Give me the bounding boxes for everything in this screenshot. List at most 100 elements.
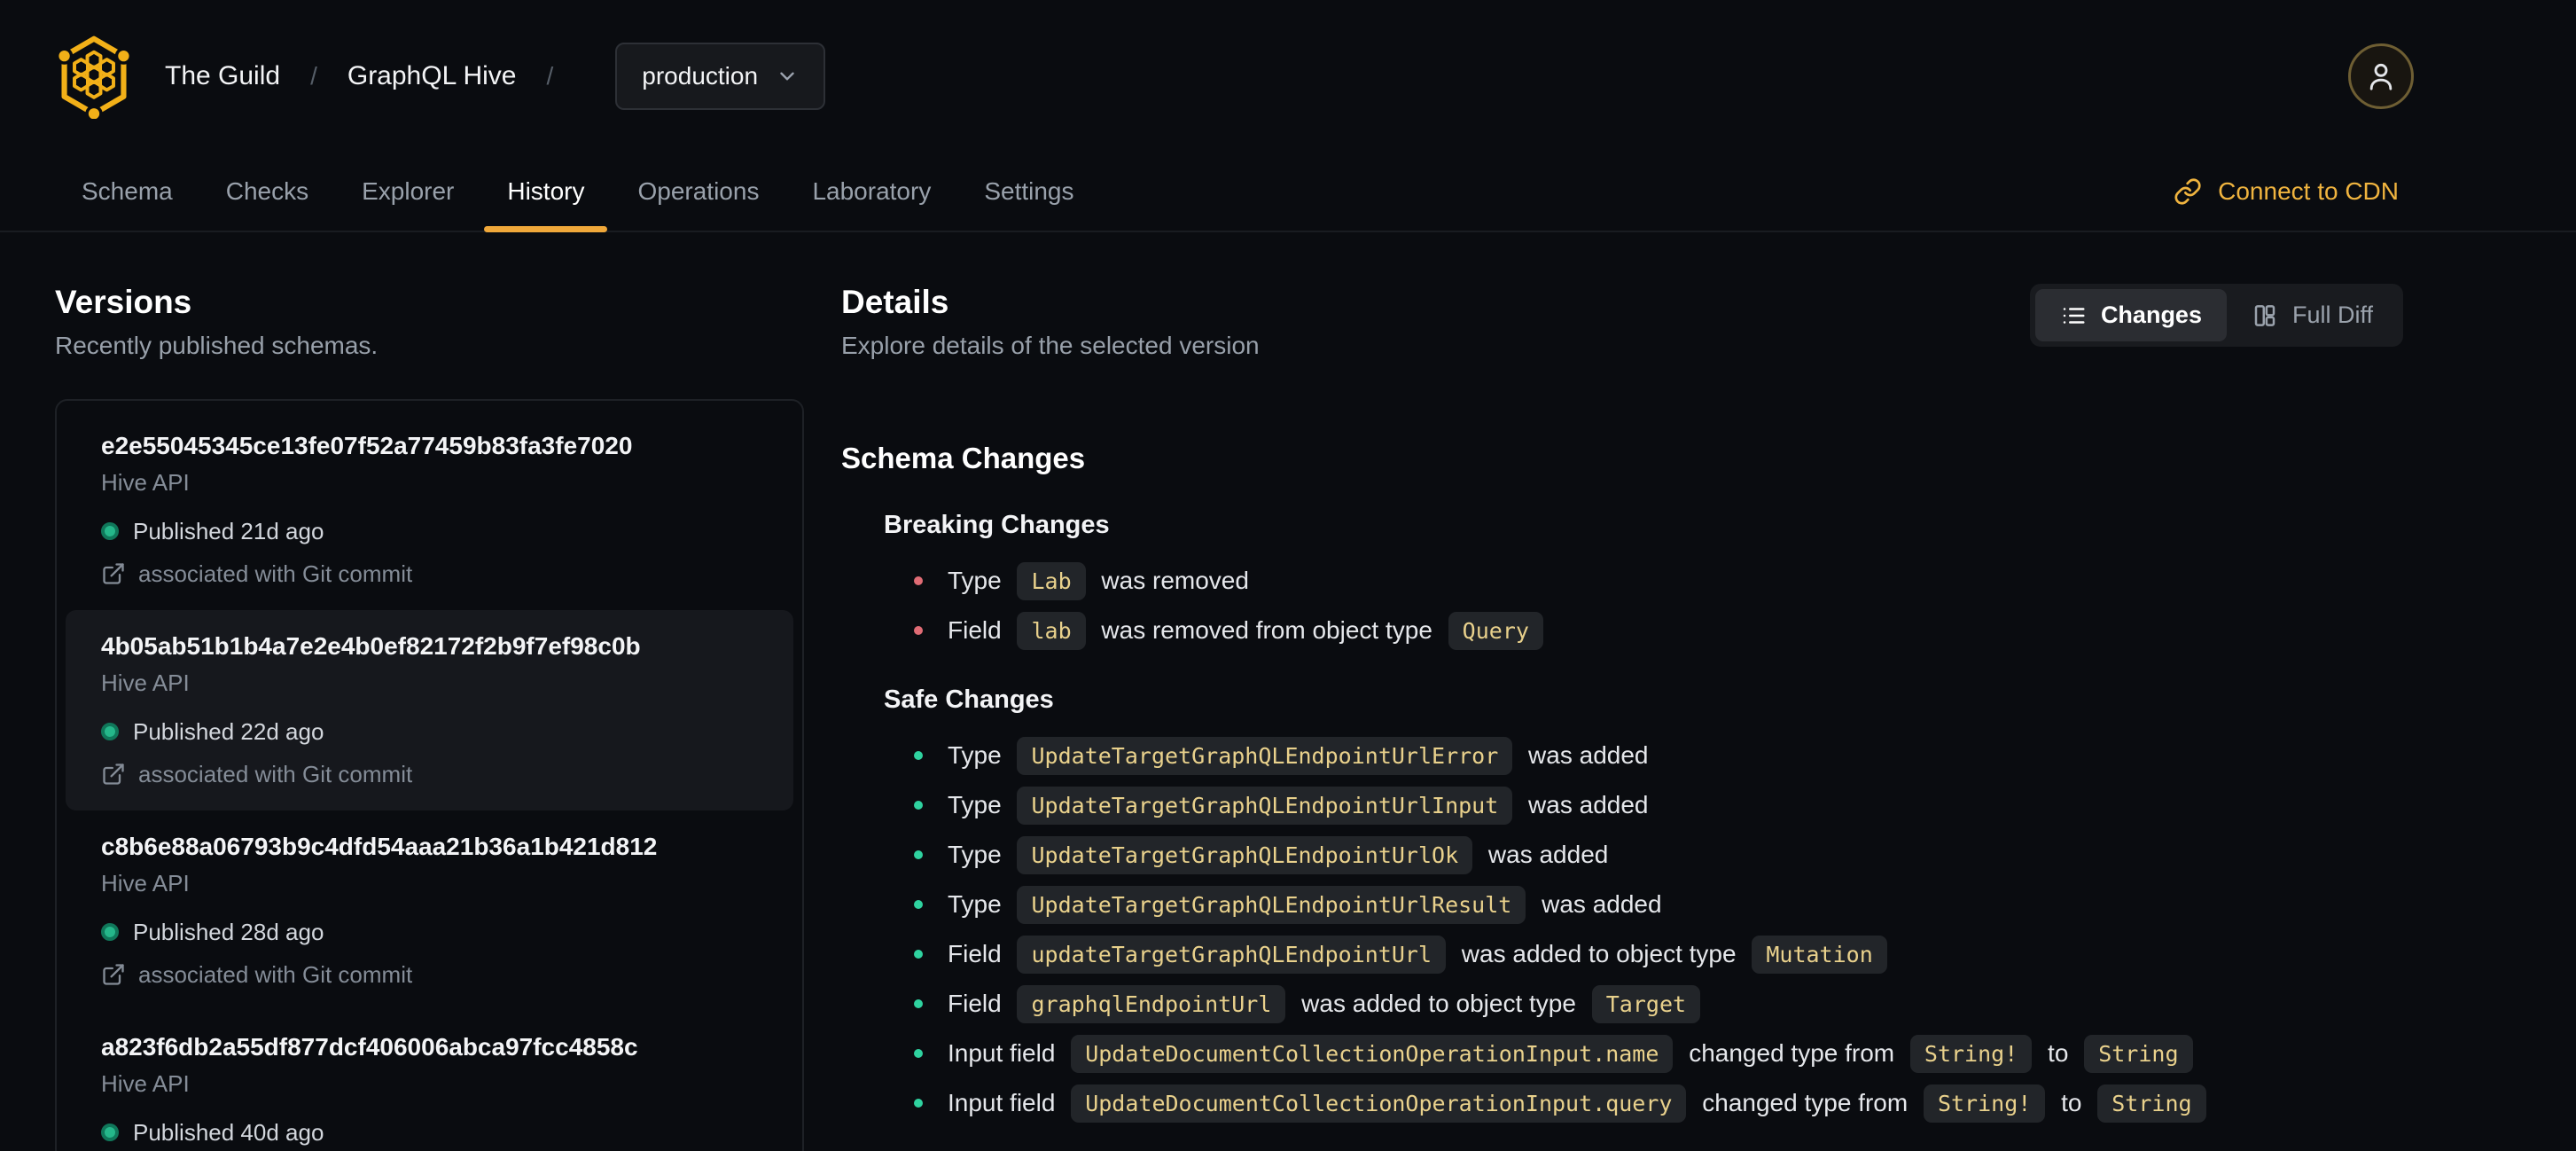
version-published-row: Published 40d ago [101, 1117, 758, 1147]
versions-panel: Versions Recently published schemas. e2e… [55, 284, 804, 1151]
change-text: Field [948, 616, 1009, 644]
change-item: Input field UpdateDocumentCollectionOper… [914, 1034, 2403, 1073]
connect-to-cdn-label: Connect to CDN [2218, 177, 2399, 205]
full-diff-view-button[interactable]: Full Diff [2227, 289, 2398, 341]
code-chip: Lab [1017, 561, 1086, 600]
tab-checks[interactable]: Checks [199, 153, 335, 231]
code-chip: UpdateTargetGraphQLEndpointUrlError [1017, 736, 1513, 775]
details-panel: Details Explore details of the selected … [841, 284, 2403, 1151]
change-text: Input field [948, 1039, 1063, 1067]
change-item: Field updateTargetGraphQLEndpointUrl was… [914, 935, 2403, 974]
changes-view-label: Changes [2100, 301, 2202, 328]
external-link-icon [103, 964, 124, 985]
target-selector-dropdown[interactable]: production [615, 43, 826, 110]
code-chip: Target [1591, 984, 1701, 1023]
nav-tabs-row: Schema Checks Explorer History Operations Lab… [0, 153, 2576, 232]
change-text: Field [948, 940, 1009, 967]
safe-bullet-icon [914, 950, 923, 959]
version-hash: a823f6db2a55df877dcf406006abca97fcc4858c [101, 1033, 638, 1061]
change-text: Input field [948, 1089, 1063, 1116]
tab-explorer[interactable]: Explorer [335, 153, 480, 231]
change-group-title: Breaking Changes [884, 511, 1110, 539]
versions-title: Versions [55, 284, 192, 320]
published-status-dot-icon [101, 723, 119, 740]
changes-view-button[interactable]: Changes [2034, 289, 2227, 341]
change-text: was added [1481, 841, 1609, 868]
published-status-dot-icon [101, 923, 119, 941]
user-menu-button[interactable] [2348, 43, 2414, 109]
list-icon [2063, 307, 2085, 324]
code-chip: UpdateDocumentCollectionOperationInput.q… [1071, 1084, 1687, 1123]
hive-logo-icon[interactable] [55, 34, 133, 119]
version-card[interactable]: 4b05ab51b1b4a7e2e4b0ef82172f2b9f7ef98c0b… [66, 610, 793, 810]
safe-bullet-icon [914, 850, 923, 859]
version-published-label: Published 22d ago [133, 718, 324, 745]
published-status-dot-icon [101, 522, 119, 540]
code-chip: graphqlEndpointUrl [1017, 984, 1286, 1023]
change-item: Type UpdateTargetGraphQLEndpointUrlOk wa… [914, 835, 2403, 874]
version-list: e2e55045345ce13fe07f52a77459b83fa3fe7020… [55, 399, 804, 1151]
version-published-row: Published 28d ago [101, 917, 758, 947]
version-service: Hive API [101, 1070, 190, 1097]
tab-operations[interactable]: Operations [611, 153, 785, 231]
version-card[interactable]: c8b6e88a06793b9c4dfd54aaa21b36a1b421d812… [66, 810, 793, 1011]
schema-changes-title: Schema Changes [841, 442, 1086, 474]
breadcrumb-project[interactable]: GraphQL Hive [347, 61, 517, 91]
code-chip: UpdateTargetGraphQLEndpointUrlInput [1017, 786, 1513, 825]
version-hash: c8b6e88a06793b9c4dfd54aaa21b36a1b421d812 [101, 833, 658, 860]
code-chip: UpdateDocumentCollectionOperationInput.n… [1071, 1034, 1674, 1073]
breaking-bullet-icon [914, 626, 923, 635]
version-git-row[interactable]: associated with Git commit [101, 759, 758, 789]
change-text: was added [1521, 791, 1649, 818]
details-header: Details Explore details of the selected … [841, 284, 2403, 360]
code-chip: UpdateTargetGraphQLEndpointUrlResult [1017, 885, 1526, 924]
version-published-row: Published 22d ago [101, 716, 758, 747]
change-list: Type UpdateTargetGraphQLEndpointUrlError… [884, 736, 2403, 1123]
tab-settings[interactable]: Settings [957, 153, 1100, 231]
version-git-label: associated with Git commit [138, 761, 413, 787]
brand-row: The Guild / GraphQL Hive / production [0, 0, 2576, 153]
code-chip: String! [1923, 1084, 2046, 1123]
change-text: was added [1521, 741, 1649, 769]
version-git-row[interactable]: associated with Git commit [101, 559, 758, 589]
tab-schema[interactable]: Schema [55, 153, 199, 231]
breadcrumb-separator: / [546, 62, 554, 90]
change-item: Type Lab was removed [914, 561, 2403, 600]
app-header: The Guild / GraphQL Hive / production Sc… [0, 0, 2576, 232]
version-hash: 4b05ab51b1b4a7e2e4b0ef82172f2b9f7ef98c0b [101, 632, 641, 660]
details-heading-block: Details Explore details of the selected … [841, 284, 1260, 360]
change-group-title: Safe Changes [884, 685, 1054, 714]
external-link-icon [103, 563, 124, 584]
version-service: Hive API [101, 870, 190, 897]
tab-history[interactable]: History [480, 153, 611, 232]
chevron-down-icon [780, 72, 794, 81]
external-link-icon [103, 763, 124, 785]
main-content: Versions Recently published schemas. e2e… [0, 232, 2576, 1151]
version-git-row[interactable]: associated with Git commit [101, 959, 758, 990]
versions-subtitle: Recently published schemas. [55, 332, 379, 359]
breadcrumb-org[interactable]: The Guild [165, 61, 280, 91]
change-text: was added to object type [1294, 990, 1583, 1017]
nav-tabs: Schema Checks Explorer History Operations Lab… [55, 153, 1101, 232]
version-published-label: Published 28d ago [133, 919, 324, 945]
version-published-label: Published 21d ago [133, 518, 324, 544]
version-card[interactable]: a823f6db2a55df877dcf406006abca97fcc4858c… [66, 1011, 793, 1151]
user-icon [2369, 63, 2393, 90]
app-window: The Guild / GraphQL Hive / production Sc… [0, 0, 2576, 1151]
safe-bullet-icon [914, 751, 923, 760]
change-text: was removed from object type [1094, 616, 1440, 644]
breaking-changes-group: Breaking Changes Type Lab was removed Fie… [884, 511, 2403, 650]
connect-to-cdn-button[interactable]: Connect to CDN [2174, 177, 2399, 206]
tab-laboratory[interactable]: Laboratory [785, 153, 957, 231]
code-chip: updateTargetGraphQLEndpointUrl [1017, 935, 1447, 974]
version-service: Hive API [101, 669, 190, 696]
change-text: was added to object type [1455, 940, 1744, 967]
version-published-row: Published 21d ago [101, 516, 758, 546]
safe-bullet-icon [914, 801, 923, 810]
safe-bullet-icon [914, 999, 923, 1008]
details-title: Details [841, 284, 949, 320]
safe-bullet-icon [914, 1049, 923, 1058]
safe-bullet-icon [914, 900, 923, 909]
breaking-bullet-icon [914, 576, 923, 585]
version-card[interactable]: e2e55045345ce13fe07f52a77459b83fa3fe7020… [66, 410, 793, 610]
